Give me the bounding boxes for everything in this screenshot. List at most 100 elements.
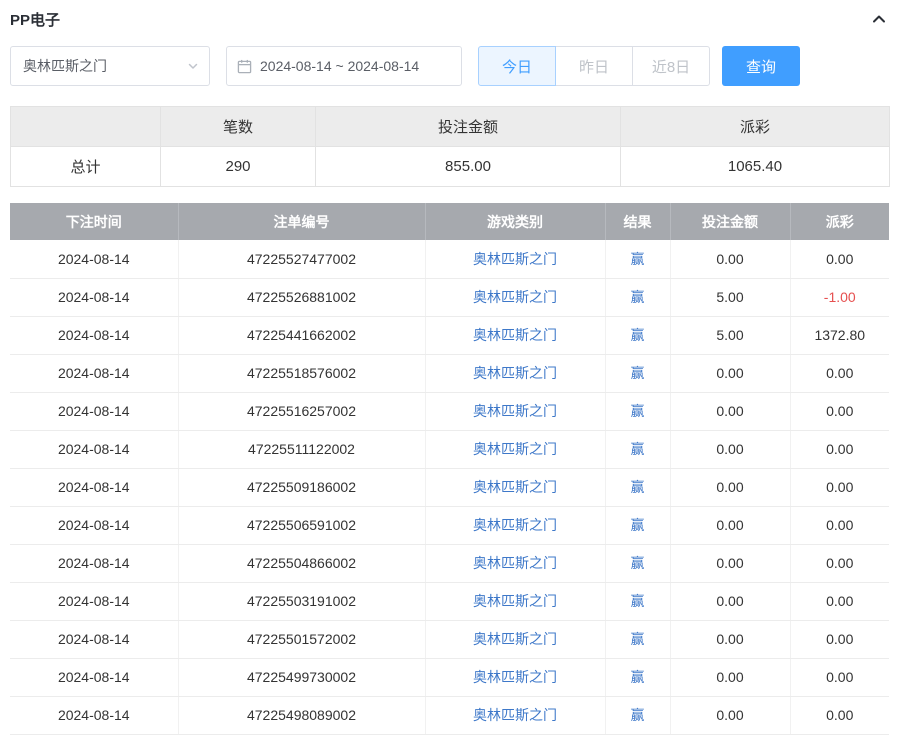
result-cell: 赢: [605, 278, 670, 316]
bet-amount-cell: 0.00: [670, 696, 790, 734]
table-row: 2024-08-1447225509186002奥林匹斯之门赢0.000.00: [10, 468, 889, 506]
bet-id-cell: 47225527477002: [178, 240, 425, 278]
game-category-cell[interactable]: 奥林匹斯之门: [425, 468, 605, 506]
summary-table: 笔数 投注金额 派彩 总计 290 855.00 1065.40: [10, 106, 890, 187]
bet-amount-cell: 0.00: [670, 430, 790, 468]
bet-amount-cell: 0.00: [670, 468, 790, 506]
summary-header-row: 笔数 投注金额 派彩: [11, 107, 890, 147]
bet-id-cell: 47225503191002: [178, 582, 425, 620]
bet-amount-cell: 0.00: [670, 582, 790, 620]
summary-header-payout: 派彩: [621, 107, 890, 147]
result-cell: 赢: [605, 620, 670, 658]
game-category-cell[interactable]: 奥林匹斯之门: [425, 278, 605, 316]
table-row: 2024-08-1447225499730002奥林匹斯之门赢0.000.00: [10, 658, 889, 696]
bet-amount-cell: 0.00: [670, 354, 790, 392]
table-row: 2024-08-1447225526881002奥林匹斯之门赢5.00-1.00: [10, 278, 889, 316]
payout-cell: 0.00: [790, 392, 889, 430]
game-category-cell[interactable]: 奥林匹斯之门: [425, 506, 605, 544]
bet-time-cell: 2024-08-14: [10, 620, 178, 658]
game-select-value: 奥林匹斯之门: [23, 56, 107, 76]
table-row: 2024-08-1447225441662002奥林匹斯之门赢5.001372.…: [10, 316, 889, 354]
table-row: 2024-08-1447225518576002奥林匹斯之门赢0.000.00: [10, 354, 889, 392]
pp-electronic-panel: PP电子 奥林匹斯之门 2024-08-14 ~ 2024-08-14 今日: [0, 0, 899, 735]
table-row: 2024-08-1447225501572002奥林匹斯之门赢0.000.00: [10, 620, 889, 658]
result-cell: 赢: [605, 392, 670, 430]
bet-time-cell: 2024-08-14: [10, 658, 178, 696]
search-button[interactable]: 查询: [722, 46, 800, 86]
payout-cell: 0.00: [790, 506, 889, 544]
bet-time-cell: 2024-08-14: [10, 316, 178, 354]
bet-amount-cell: 5.00: [670, 278, 790, 316]
today-button[interactable]: 今日: [478, 46, 556, 86]
bet-amount-cell: 0.00: [670, 392, 790, 430]
result-cell: 赢: [605, 506, 670, 544]
result-cell: 赢: [605, 430, 670, 468]
game-category-cell[interactable]: 奥林匹斯之门: [425, 430, 605, 468]
game-category-cell[interactable]: 奥林匹斯之门: [425, 658, 605, 696]
summary-header-bet-amount: 投注金额: [316, 107, 621, 147]
payout-cell: 0.00: [790, 658, 889, 696]
bet-id-cell: 47225526881002: [178, 278, 425, 316]
game-category-cell[interactable]: 奥林匹斯之门: [425, 620, 605, 658]
game-category-cell[interactable]: 奥林匹斯之门: [425, 316, 605, 354]
bet-id-cell: 47225518576002: [178, 354, 425, 392]
game-category-cell[interactable]: 奥林匹斯之门: [425, 696, 605, 734]
column-header-result: 结果: [605, 203, 670, 240]
payout-cell: 0.00: [790, 240, 889, 278]
game-select[interactable]: 奥林匹斯之门: [10, 46, 210, 86]
payout-cell: 0.00: [790, 430, 889, 468]
bet-time-cell: 2024-08-14: [10, 696, 178, 734]
game-category-cell[interactable]: 奥林匹斯之门: [425, 354, 605, 392]
bet-amount-cell: 0.00: [670, 544, 790, 582]
chevron-down-icon: [187, 60, 199, 72]
result-cell: 赢: [605, 240, 670, 278]
payout-cell: 1372.80: [790, 316, 889, 354]
last-8-days-button[interactable]: 近8日: [632, 46, 710, 86]
bet-table-header-row: 下注时间 注单编号 游戏类别 结果 投注金额 派彩: [10, 203, 889, 240]
table-row: 2024-08-1447225506591002奥林匹斯之门赢0.000.00: [10, 506, 889, 544]
table-row: 2024-08-1447225498089002奥林匹斯之门赢0.000.00: [10, 696, 889, 734]
game-category-cell[interactable]: 奥林匹斯之门: [425, 544, 605, 582]
summary-header-empty: [11, 107, 161, 147]
payout-cell: 0.00: [790, 354, 889, 392]
table-row: 2024-08-1447225511122002奥林匹斯之门赢0.000.00: [10, 430, 889, 468]
bet-time-cell: 2024-08-14: [10, 354, 178, 392]
game-category-cell[interactable]: 奥林匹斯之门: [425, 392, 605, 430]
date-range-value: 2024-08-14 ~ 2024-08-14: [260, 58, 419, 74]
result-cell: 赢: [605, 468, 670, 506]
bet-id-cell: 47225498089002: [178, 696, 425, 734]
payout-cell: 0.00: [790, 468, 889, 506]
bet-table-body: 2024-08-1447225527477002奥林匹斯之门赢0.000.002…: [10, 240, 889, 734]
date-range-input[interactable]: 2024-08-14 ~ 2024-08-14: [226, 46, 462, 86]
collapse-button[interactable]: [869, 9, 889, 29]
game-category-cell[interactable]: 奥林匹斯之门: [425, 240, 605, 278]
bet-time-cell: 2024-08-14: [10, 506, 178, 544]
bet-amount-cell: 0.00: [670, 240, 790, 278]
column-header-bet-amount: 投注金额: [670, 203, 790, 240]
panel-header: PP电子: [10, 8, 889, 30]
payout-cell: 0.00: [790, 582, 889, 620]
result-cell: 赢: [605, 354, 670, 392]
page-title: PP电子: [10, 9, 60, 30]
quick-date-button-group: 今日 昨日 近8日: [478, 46, 710, 86]
yesterday-button[interactable]: 昨日: [555, 46, 633, 86]
calendar-icon: [237, 59, 252, 74]
column-header-bet-time: 下注时间: [10, 203, 178, 240]
payout-cell: 0.00: [790, 544, 889, 582]
payout-cell: 0.00: [790, 620, 889, 658]
bet-time-cell: 2024-08-14: [10, 582, 178, 620]
table-row: 2024-08-1447225516257002奥林匹斯之门赢0.000.00: [10, 392, 889, 430]
game-category-cell[interactable]: 奥林匹斯之门: [425, 582, 605, 620]
payout-cell: -1.00: [790, 278, 889, 316]
result-cell: 赢: [605, 316, 670, 354]
bet-id-cell: 47225504866002: [178, 544, 425, 582]
result-cell: 赢: [605, 582, 670, 620]
bet-id-cell: 47225509186002: [178, 468, 425, 506]
bet-time-cell: 2024-08-14: [10, 392, 178, 430]
column-header-game-category: 游戏类别: [425, 203, 605, 240]
bet-amount-cell: 0.00: [670, 658, 790, 696]
bet-time-cell: 2024-08-14: [10, 240, 178, 278]
result-cell: 赢: [605, 696, 670, 734]
table-row: 2024-08-1447225503191002奥林匹斯之门赢0.000.00: [10, 582, 889, 620]
column-header-bet-id: 注单编号: [178, 203, 425, 240]
